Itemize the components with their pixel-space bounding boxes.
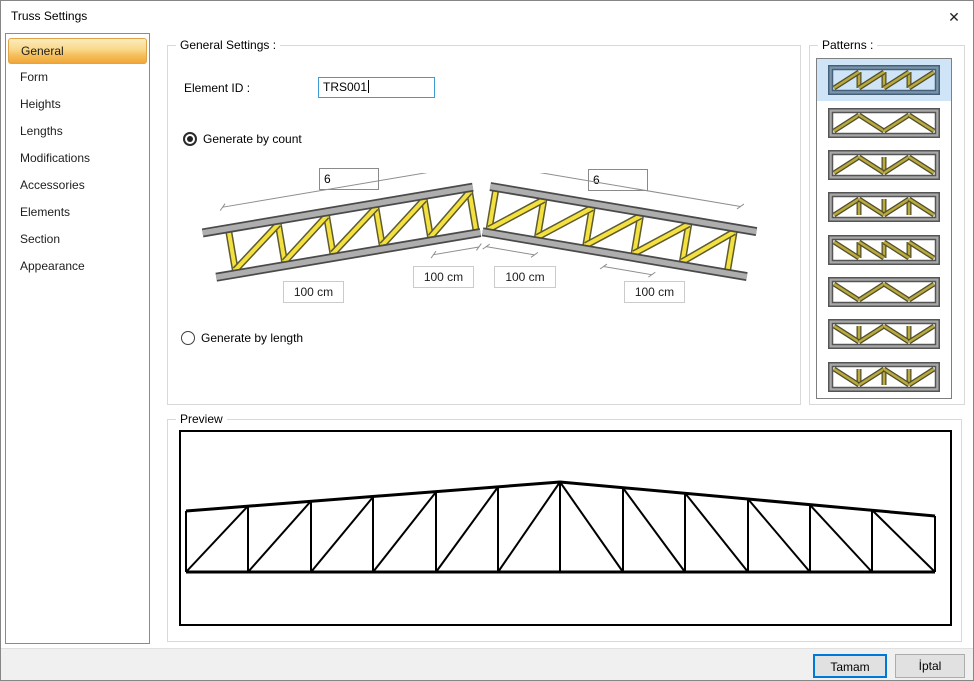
preview-truss-drawing xyxy=(180,432,951,624)
truss-pattern-diagonals-down-icon xyxy=(828,235,940,265)
sidebar-item-elements[interactable]: Elements xyxy=(6,199,149,226)
close-icon[interactable]: ✕ xyxy=(942,6,966,28)
radio-checked-icon xyxy=(183,132,197,146)
truss-pattern-warren-center-vertical-icon xyxy=(828,150,940,180)
truss-pattern-warren-all-verticals-icon xyxy=(828,192,940,222)
element-id-value: TRS001 xyxy=(323,80,367,94)
pattern-option-3[interactable] xyxy=(817,144,951,186)
sidebar-item-lengths[interactable]: Lengths xyxy=(6,118,149,145)
cancel-button[interactable]: İptal xyxy=(895,654,965,678)
generate-by-count-label: Generate by count xyxy=(203,132,302,146)
footer-bar: Tamam İptal xyxy=(1,648,974,681)
right-truss-left-dim-field[interactable]: 100 cm xyxy=(494,266,556,288)
sidebar: General Form Heights Lengths Modificatio… xyxy=(5,33,150,644)
text-caret xyxy=(368,80,369,93)
sidebar-item-heights[interactable]: Heights xyxy=(6,91,149,118)
element-id-input[interactable]: TRS001 xyxy=(318,77,435,98)
preview-group-label: Preview xyxy=(176,412,227,426)
right-truss-bottom-dim-field[interactable]: 100 cm xyxy=(624,281,685,303)
truss-pattern-valleys-all-verticals-icon xyxy=(828,362,940,392)
truss-pattern-diagonals-up-icon xyxy=(828,65,940,95)
pattern-option-5[interactable] xyxy=(817,229,951,271)
left-truss-right-dim-field[interactable]: 100 cm xyxy=(413,266,474,288)
patterns-group-label: Patterns : xyxy=(818,38,877,52)
element-id-label: Element ID : xyxy=(184,81,250,95)
pattern-list xyxy=(816,58,952,399)
pattern-option-7[interactable] xyxy=(817,313,951,355)
window-title: Truss Settings xyxy=(11,9,87,23)
radio-unchecked-icon xyxy=(181,331,195,345)
pattern-option-8[interactable] xyxy=(817,356,951,398)
generate-by-count-radio[interactable]: Generate by count xyxy=(183,132,302,146)
generate-by-length-radio[interactable]: Generate by length xyxy=(181,331,303,345)
pattern-option-1[interactable] xyxy=(817,59,951,101)
sidebar-item-modifications[interactable]: Modifications xyxy=(6,145,149,172)
sidebar-item-form[interactable]: Form xyxy=(6,64,149,91)
pattern-option-2[interactable] xyxy=(817,101,951,143)
general-settings-group-label: General Settings : xyxy=(176,38,280,52)
sidebar-item-general[interactable]: General xyxy=(8,38,147,64)
generate-by-length-label: Generate by length xyxy=(201,331,303,345)
left-truss-bottom-dim-field[interactable]: 100 cm xyxy=(283,281,344,303)
ok-button[interactable]: Tamam xyxy=(813,654,887,678)
sidebar-item-appearance[interactable]: Appearance xyxy=(6,253,149,280)
truss-settings-dialog: Truss Settings ✕ General Form Heights Le… xyxy=(0,0,974,681)
sidebar-item-accessories[interactable]: Accessories xyxy=(6,172,149,199)
sidebar-item-section[interactable]: Section xyxy=(6,226,149,253)
pattern-option-4[interactable] xyxy=(817,186,951,228)
pattern-option-6[interactable] xyxy=(817,271,951,313)
truss-pattern-warren-valleys-icon xyxy=(828,277,940,307)
truss-pattern-warren-peaks-icon xyxy=(828,108,940,138)
truss-pattern-valleys-verticals-icon xyxy=(828,319,940,349)
